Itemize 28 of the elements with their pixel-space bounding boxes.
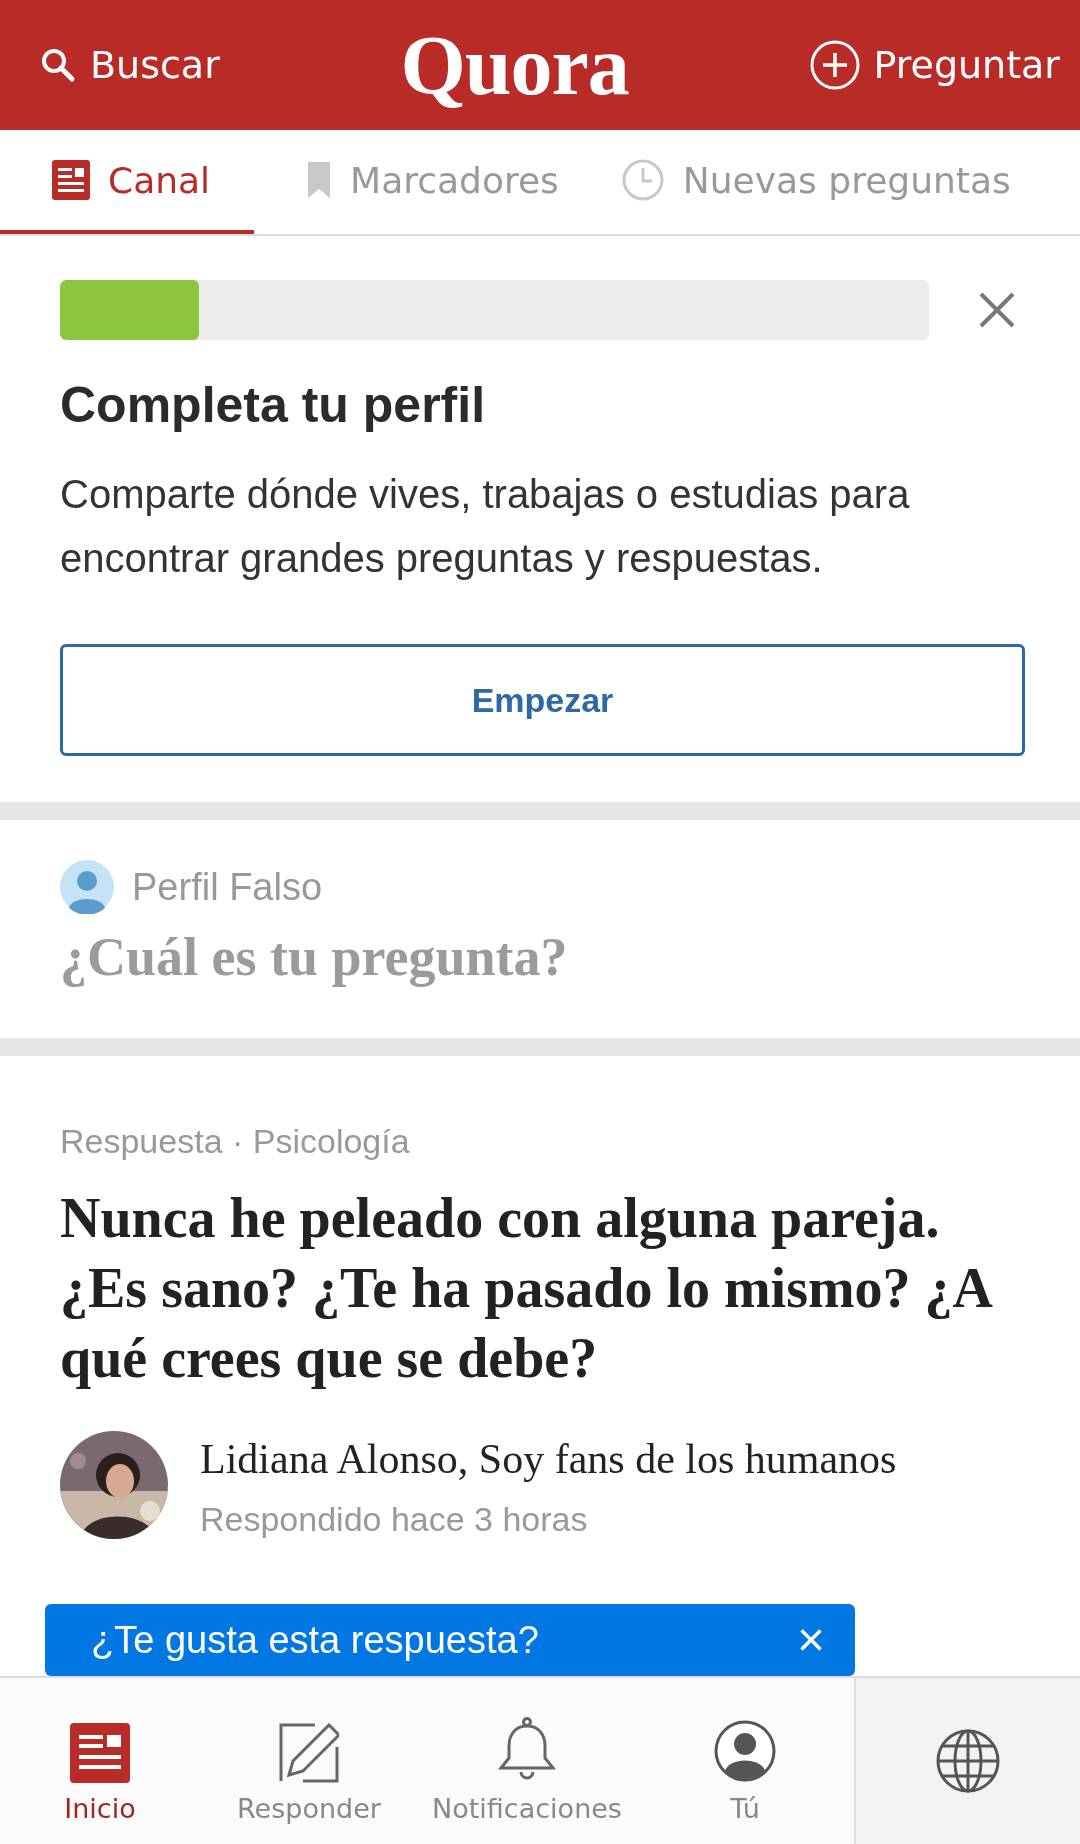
start-button[interactable]: Empezar bbox=[60, 644, 1025, 756]
card-title: Completa tu perfil bbox=[60, 376, 487, 434]
nav-item[interactable]: Tú bbox=[636, 1678, 854, 1844]
nav-item[interactable]: Inicio bbox=[0, 1678, 200, 1844]
nav-item[interactable]: Notificaciones bbox=[418, 1678, 636, 1844]
user-name: Perfil Falso bbox=[132, 865, 323, 909]
bookmark-icon bbox=[306, 160, 333, 200]
avatar-icon bbox=[60, 860, 114, 914]
newspaper-icon bbox=[70, 1723, 130, 1783]
clock-icon bbox=[620, 158, 665, 202]
language-button[interactable] bbox=[854, 1678, 1080, 1844]
pencil-icon bbox=[279, 1723, 339, 1783]
profile-icon bbox=[713, 1719, 777, 1783]
close-icon[interactable] bbox=[977, 290, 1017, 330]
answer-time: Respondido hace 3 horas bbox=[200, 1500, 589, 1539]
toast-text: ¿Te gusta esta respuesta? bbox=[91, 1618, 539, 1662]
nav-item[interactable]: Responder bbox=[200, 1678, 418, 1844]
toast-close-button[interactable]: × bbox=[796, 1616, 825, 1664]
author-name[interactable]: Lidiana Alonso, Soy fans de los humanos bbox=[200, 1431, 897, 1488]
plus-circle-icon bbox=[809, 39, 862, 91]
ask-button[interactable]: Preguntar bbox=[809, 39, 1060, 91]
quora-logo: Quora bbox=[400, 17, 629, 114]
search-button[interactable]: Buscar bbox=[38, 43, 220, 87]
newspaper-icon bbox=[52, 160, 90, 200]
globe-icon bbox=[935, 1728, 1001, 1794]
card-description: Comparte dónde vives, trabajas o estudias para encontrar grandes preguntas y respuestas. bbox=[60, 471, 911, 582]
question-title[interactable]: Nunca he peleado con alguna pareja. ¿Es sano? ¿Te ha pasado lo mismo? ¿A qué crees que se debe? bbox=[60, 1183, 1025, 1393]
answer-meta: Respuesta · Psicología bbox=[60, 1122, 411, 1161]
